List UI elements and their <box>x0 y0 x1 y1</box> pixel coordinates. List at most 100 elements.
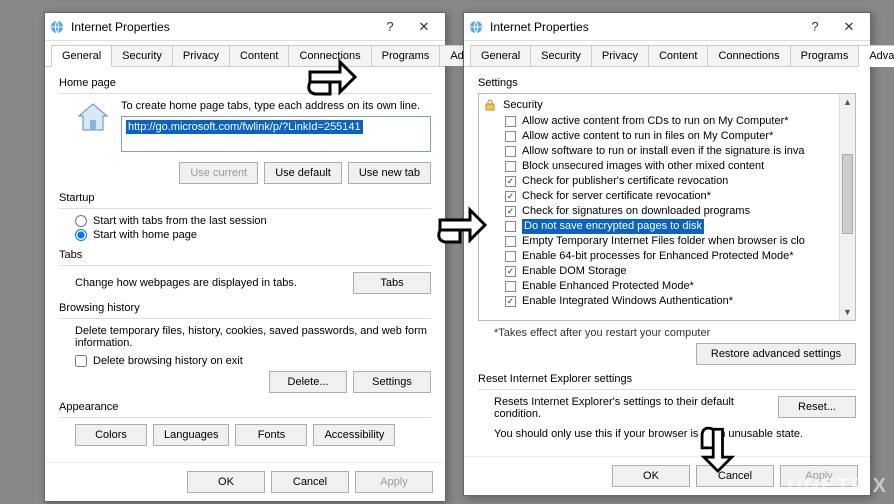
cancel-button[interactable]: Cancel <box>271 471 349 493</box>
checkbox-icon[interactable] <box>505 281 516 292</box>
help-button[interactable]: ? <box>798 15 832 39</box>
window-title: Internet Properties <box>71 20 373 34</box>
close-button[interactable]: ✕ <box>407 15 441 39</box>
watermark: UGETFIX <box>787 475 888 498</box>
tree-item-label: Enable 64-bit processes for Enhanced Pro… <box>522 249 794 264</box>
use-new-tab-button[interactable]: Use new tab <box>348 162 431 184</box>
reset-button[interactable]: Reset... <box>778 396 856 418</box>
titlebar[interactable]: Internet Properties ? ✕ <box>45 13 445 41</box>
tree-item[interactable]: ✓Check for publisher's certificate revoc… <box>483 174 855 189</box>
close-button[interactable]: ✕ <box>832 15 866 39</box>
tree-item[interactable]: Enable 64-bit processes for Enhanced Pro… <box>483 249 855 264</box>
tree-item[interactable]: ✓ Enable DOM Storage <box>483 264 855 279</box>
tree-item[interactable]: Allow active content from CDs to run on … <box>483 114 855 129</box>
tab-advanced[interactable]: Advanced <box>858 45 894 67</box>
tab-general[interactable]: General <box>470 45 531 66</box>
checkbox-icon[interactable] <box>505 116 516 127</box>
tree-item[interactable]: ✓ Enable Integrated Windows Authenticatio… <box>483 294 855 309</box>
history-settings-button[interactable]: Settings <box>353 371 431 393</box>
ok-button[interactable]: OK <box>187 471 265 493</box>
checkbox-icon[interactable]: ✓ <box>505 296 516 307</box>
tab-general[interactable]: General <box>51 45 112 67</box>
group-homepage: Home page To create home page tabs, type… <box>59 77 431 184</box>
group-label: Appearance <box>59 401 431 413</box>
languages-button[interactable]: Languages <box>153 424 229 446</box>
tree-item[interactable]: Allow software to run or install even if… <box>483 144 855 159</box>
homepage-input[interactable]: http://go.microsoft.com/fwlink/p/?LinkId… <box>121 116 431 152</box>
homepage-instruction: To create home page tabs, type each addr… <box>121 100 431 112</box>
tree-node-security[interactable]: Security <box>483 96 855 114</box>
checkbox-icon[interactable]: ✓ <box>505 176 516 187</box>
checkbox-icon[interactable] <box>505 236 516 247</box>
restart-note: *Takes effect after you restart your com… <box>478 327 856 339</box>
scroll-thumb[interactable] <box>842 154 853 234</box>
group-label: Tabs <box>59 249 431 261</box>
tree-item-label: Enable Integrated Windows Authentication… <box>522 294 733 309</box>
colors-button[interactable]: Colors <box>75 424 147 446</box>
tab-programs[interactable]: Programs <box>790 45 860 66</box>
tree-item[interactable]: Empty Temporary Internet Files folder wh… <box>483 234 855 249</box>
checkbox-icon[interactable] <box>505 146 516 157</box>
tab-programs[interactable]: Programs <box>371 45 441 66</box>
group-label: Startup <box>59 192 431 204</box>
use-default-button[interactable]: Use default <box>264 162 342 184</box>
restore-advanced-button[interactable]: Restore advanced settings <box>696 343 856 365</box>
tab-connections[interactable]: Connections <box>707 45 790 66</box>
internet-properties-advanced: Internet Properties ? ✕ General Security… <box>463 12 871 496</box>
history-text: Delete temporary files, history, cookies… <box>75 325 431 349</box>
tab-content[interactable]: Content <box>648 45 709 66</box>
tree-item-label: Check for server certificate revocation* <box>522 189 711 204</box>
checkbox-icon[interactable] <box>505 221 516 232</box>
accessibility-button[interactable]: Accessibility <box>313 424 395 446</box>
use-current-button[interactable]: Use current <box>179 162 258 184</box>
help-button[interactable]: ? <box>373 15 407 39</box>
dialog-footer: OK Cancel Apply <box>45 462 445 501</box>
checkbox-icon[interactable]: ✓ <box>505 266 516 277</box>
scrollbar[interactable]: ▲ ▼ <box>839 94 855 320</box>
checkbox-icon[interactable]: ✓ <box>505 191 516 202</box>
radio-start-home[interactable]: Start with home page <box>75 229 431 241</box>
tree-item-label: Enable Enhanced Protected Mode* <box>522 279 694 294</box>
tab-body: Settings Security Allow active content f… <box>464 66 870 456</box>
tree-item[interactable]: Allow active content to run in files on … <box>483 129 855 144</box>
fonts-button[interactable]: Fonts <box>235 424 307 446</box>
system-icon <box>49 19 65 35</box>
delete-button[interactable]: Delete... <box>269 371 347 393</box>
settings-tree[interactable]: Security Allow active content from CDs t… <box>478 93 856 321</box>
apply-button[interactable]: Apply <box>355 471 433 493</box>
checkbox-icon[interactable] <box>505 161 516 172</box>
checkbox-icon[interactable] <box>505 131 516 142</box>
tab-strip: General Security Privacy Content Connect… <box>464 41 870 66</box>
tab-body: Home page To create home page tabs, type… <box>45 66 445 462</box>
tree-item[interactable]: Do not save encrypted pages to disk <box>483 219 855 234</box>
tree-item[interactable]: ✓ Check for server certificate revocation… <box>483 189 855 204</box>
tab-connections[interactable]: Connections <box>288 45 371 66</box>
tab-privacy[interactable]: Privacy <box>172 45 230 66</box>
radio-start-last[interactable]: Start with tabs from the last session <box>75 215 431 227</box>
titlebar[interactable]: Internet Properties ? ✕ <box>464 13 870 41</box>
ok-button[interactable]: OK <box>612 465 690 487</box>
lock-icon <box>483 98 497 112</box>
scroll-down-icon[interactable]: ▼ <box>840 304 855 320</box>
tree-item[interactable]: ✓Check for signatures on downloaded prog… <box>483 204 855 219</box>
tab-privacy[interactable]: Privacy <box>591 45 649 66</box>
group-startup: Startup Start with tabs from the last se… <box>59 192 431 241</box>
check-delete-on-exit[interactable]: Delete browsing history on exit <box>75 355 431 367</box>
tab-security[interactable]: Security <box>530 45 592 66</box>
tab-content[interactable]: Content <box>229 45 290 66</box>
group-history: Browsing history Delete temporary files,… <box>59 302 431 393</box>
group-appearance: Appearance Colors Languages Fonts Access… <box>59 401 431 446</box>
checkbox-icon[interactable] <box>505 251 516 262</box>
homepage-url: http://go.microsoft.com/fwlink/p/?LinkId… <box>126 120 363 134</box>
group-label: Settings <box>478 77 856 89</box>
tree-item-label: Allow active content from CDs to run on … <box>522 114 789 129</box>
tab-security[interactable]: Security <box>111 45 173 66</box>
reset-warning: You should only use this if your browser… <box>494 428 856 440</box>
scroll-up-icon[interactable]: ▲ <box>840 94 855 110</box>
tree-item[interactable]: Block unsecured images with other mixed … <box>483 159 855 174</box>
checkbox-icon[interactable]: ✓ <box>505 206 516 217</box>
cancel-button[interactable]: Cancel <box>696 465 774 487</box>
tabs-button[interactable]: Tabs <box>353 272 431 294</box>
tree-item-label: Enable DOM Storage <box>522 264 627 279</box>
tree-item[interactable]: Enable Enhanced Protected Mode* <box>483 279 855 294</box>
